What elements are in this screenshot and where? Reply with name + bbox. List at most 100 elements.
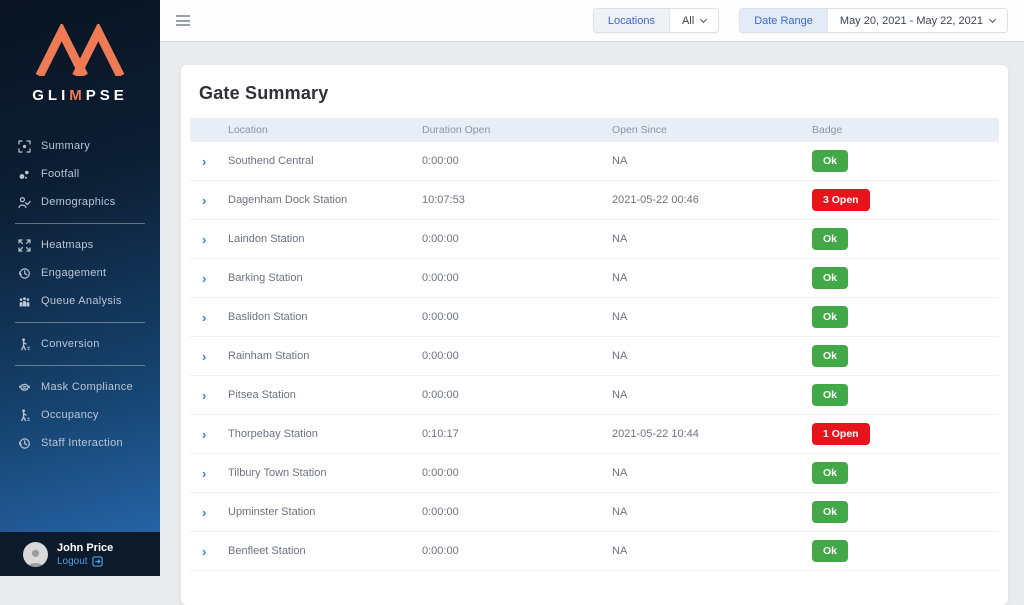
table-row: ›Southend Central0:00:00NAOk	[190, 142, 999, 181]
cell-open-since: NA	[612, 311, 812, 323]
cell-location: Tilbury Town Station	[228, 467, 422, 479]
row-expand-icon[interactable]: ›	[190, 428, 228, 441]
sidebar-item-demographics[interactable]: Demographics	[0, 188, 160, 216]
mask-icon	[17, 380, 32, 394]
logout-button[interactable]: Logout	[57, 556, 113, 567]
topbar: Locations All Date Range May 20, 2021 - …	[160, 0, 1024, 42]
sidebar-item-heatmaps[interactable]: Heatmaps	[0, 231, 160, 259]
main-content: Gate Summary Location Duration Open Open…	[160, 42, 1024, 576]
sidebar-item-staff-interaction[interactable]: Staff Interaction	[0, 429, 160, 457]
cell-open-since: NA	[612, 506, 812, 518]
cell-location: Southend Central	[228, 155, 422, 167]
brand-wordmark: GLIMPSE	[0, 87, 160, 104]
cell-duration-open: 0:00:00	[422, 272, 612, 284]
cell-duration-open: 0:00:00	[422, 545, 612, 557]
status-badge[interactable]: Ok	[812, 501, 848, 523]
sidebar-item-label: Staff Interaction	[41, 437, 123, 449]
locations-filter: Locations All	[593, 8, 719, 33]
row-expand-icon[interactable]: ›	[190, 155, 228, 168]
status-badge[interactable]: Ok	[812, 540, 848, 562]
cell-open-since: NA	[612, 545, 812, 557]
sidebar-item-label: Mask Compliance	[41, 381, 133, 393]
locations-label[interactable]: Locations	[594, 9, 669, 32]
cell-open-since: NA	[612, 467, 812, 479]
date-range-label[interactable]: Date Range	[740, 9, 827, 32]
cell-location: Dagenham Dock Station	[228, 194, 422, 206]
sidebar-item-summary[interactable]: Summary	[0, 132, 160, 160]
status-badge[interactable]: Ok	[812, 345, 848, 367]
date-range-dropdown[interactable]: May 20, 2021 - May 22, 2021	[827, 9, 1007, 32]
cell-location: Baslidon Station	[228, 311, 422, 323]
sidebar-item-label: Occupancy	[41, 409, 99, 421]
sidebar-item-queue-analysis[interactable]: Queue Analysis	[0, 287, 160, 315]
row-expand-icon[interactable]: ›	[190, 272, 228, 285]
status-badge[interactable]: Ok	[812, 228, 848, 250]
menu-toggle-icon[interactable]	[176, 13, 190, 29]
row-expand-icon[interactable]: ›	[190, 194, 228, 207]
gate-summary-card: Gate Summary Location Duration Open Open…	[181, 65, 1008, 605]
sidebar-item-label: Demographics	[41, 196, 116, 208]
status-badge[interactable]: Ok	[812, 384, 848, 406]
sidebar-item-engagement[interactable]: Engagement	[0, 259, 160, 287]
table-body: ›Southend Central0:00:00NAOk›Dagenham Do…	[190, 142, 999, 571]
status-badge[interactable]: Ok	[812, 462, 848, 484]
cell-duration-open: 0:00:00	[422, 233, 612, 245]
status-badge[interactable]: Ok	[812, 267, 848, 289]
table-row: ›Rainham Station0:00:00NAOk	[190, 337, 999, 376]
cell-duration-open: 0:10:17	[422, 428, 612, 440]
cell-location: Barking Station	[228, 272, 422, 284]
people-icon	[17, 294, 32, 308]
user-area: John Price Logout	[0, 532, 160, 576]
cell-duration-open: 0:00:00	[422, 311, 612, 323]
avatar	[23, 542, 48, 567]
nav-divider	[15, 322, 145, 323]
walking-icon	[17, 337, 32, 351]
page-title: Gate Summary	[199, 83, 999, 104]
cell-duration-open: 0:00:00	[422, 155, 612, 167]
cell-location: Laindon Station	[228, 233, 422, 245]
status-badge[interactable]: Ok	[812, 150, 848, 172]
sidebar-item-footfall[interactable]: Footfall	[0, 160, 160, 188]
status-badge[interactable]: Ok	[812, 306, 848, 328]
cell-duration-open: 0:00:00	[422, 350, 612, 362]
column-header-duration-open: Duration Open	[422, 124, 612, 136]
cell-location: Upminster Station	[228, 506, 422, 518]
nav-divider	[15, 223, 145, 224]
history-icon	[17, 266, 32, 280]
sidebar-item-label: Heatmaps	[41, 239, 94, 251]
status-badge[interactable]: 3 Open	[812, 189, 870, 211]
user-name: John Price	[57, 542, 113, 554]
sidebar-item-label: Conversion	[41, 338, 100, 350]
nav-divider	[15, 365, 145, 366]
cell-open-since: 2021-05-22 10:44	[612, 428, 812, 440]
sidebar: GLIMPSE Summary Footfall Demographics Heatm…	[0, 0, 160, 576]
sidebar-item-conversion[interactable]: Conversion	[0, 330, 160, 358]
cell-open-since: NA	[612, 155, 812, 167]
cell-open-since: NA	[612, 350, 812, 362]
walking-icon	[17, 408, 32, 422]
footprints-icon	[17, 167, 32, 181]
row-expand-icon[interactable]: ›	[190, 506, 228, 519]
row-expand-icon[interactable]: ›	[190, 467, 228, 480]
row-expand-icon[interactable]: ›	[190, 350, 228, 363]
cell-duration-open: 0:00:00	[422, 389, 612, 401]
row-expand-icon[interactable]: ›	[190, 389, 228, 402]
logout-icon	[92, 556, 103, 567]
table-row: ›Thorpebay Station0:10:172021-05-22 10:4…	[190, 415, 999, 454]
row-expand-icon[interactable]: ›	[190, 233, 228, 246]
sidebar-item-mask-compliance[interactable]: Mask Compliance	[0, 373, 160, 401]
cell-open-since: 2021-05-22 00:46	[612, 194, 812, 206]
column-header-location: Location	[228, 124, 422, 136]
history-icon	[17, 436, 32, 450]
row-expand-icon[interactable]: ›	[190, 545, 228, 558]
cell-duration-open: 10:07:53	[422, 194, 612, 206]
row-expand-icon[interactable]: ›	[190, 311, 228, 324]
chevron-down-icon	[989, 15, 996, 22]
cell-duration-open: 0:00:00	[422, 506, 612, 518]
cell-open-since: NA	[612, 272, 812, 284]
locations-dropdown[interactable]: All	[669, 9, 718, 32]
sidebar-item-label: Footfall	[41, 168, 79, 180]
sidebar-item-occupancy[interactable]: Occupancy	[0, 401, 160, 429]
glimpse-logo-mark-icon	[34, 24, 126, 76]
status-badge[interactable]: 1 Open	[812, 423, 870, 445]
